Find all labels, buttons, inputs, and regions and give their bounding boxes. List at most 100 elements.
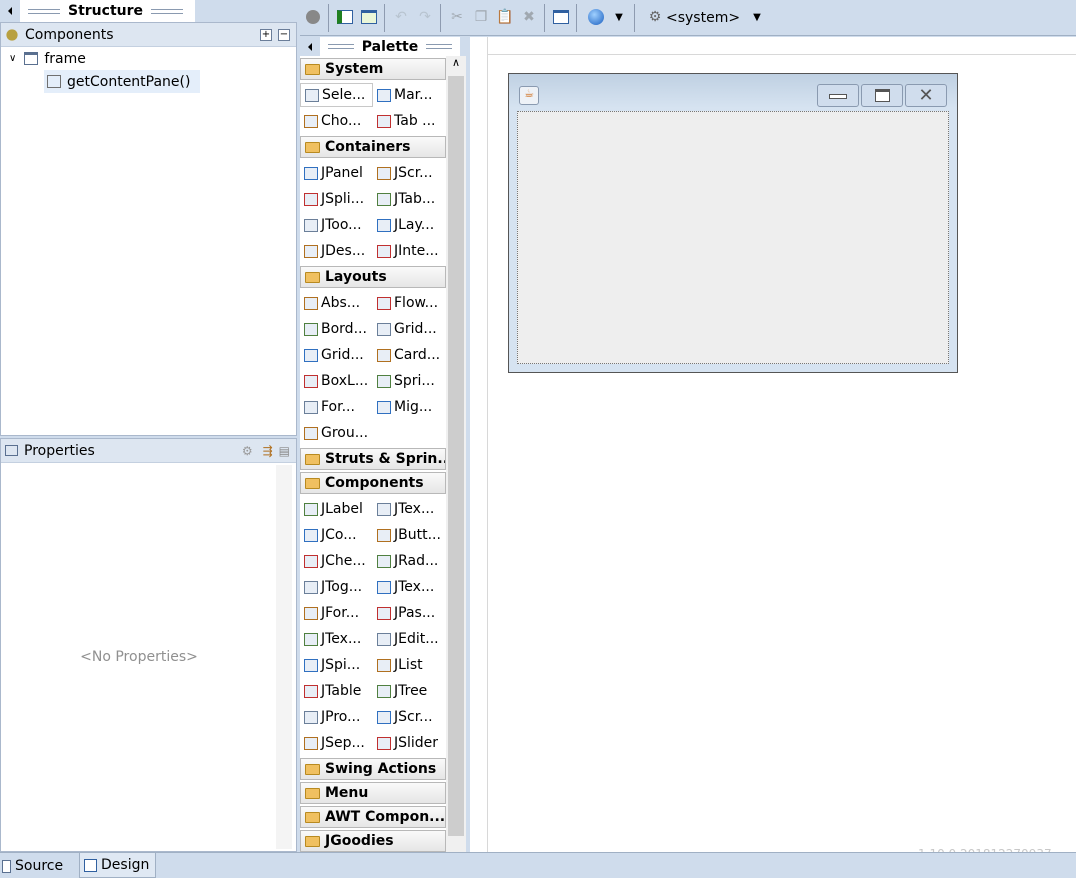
design-canvas[interactable]: ☕ ✕ 1.10.0.201812270937 [488,55,1076,861]
palette-item[interactable]: JRad... [373,549,446,573]
palette-item[interactable]: Grou... [300,421,373,445]
palette-item[interactable]: Mig... [373,395,446,419]
palette-item[interactable]: JPas... [373,601,446,625]
show-events-icon[interactable]: ⚙ [242,444,253,458]
palette-row: For... Mig... [300,394,446,420]
content-pane[interactable] [517,111,949,364]
palette-item[interactable]: JScr... [373,161,446,185]
folder-open-icon [305,271,320,283]
palette-item[interactable]: Sele... [300,83,373,107]
java-icon: ☕ [519,86,539,105]
tree-item-content-pane[interactable]: getContentPane() [44,70,200,93]
palette-row: Abs... Flow... [300,290,446,316]
minimize-arrow-icon[interactable] [308,42,312,51]
category-label: Layouts [325,269,387,285]
properties-icon [5,445,18,456]
palette-item[interactable]: JPanel [300,161,373,185]
minimize-arrow-icon[interactable] [8,7,12,15]
palette-item[interactable]: Grid... [373,317,446,341]
look-and-feel-select[interactable]: <system> [666,10,740,26]
palette-item[interactable]: JScr... [373,705,446,729]
palette-item[interactable]: Tab ... [373,109,446,133]
palette-category[interactable]: Containers [300,136,446,158]
palette-item[interactable]: JPro... [300,705,373,729]
palette-item[interactable]: Flow... [373,291,446,315]
palette-item-label: JSpi... [321,657,361,673]
palette-item[interactable]: Cho... [300,109,373,133]
palette-item[interactable]: Grid... [300,343,373,367]
goto-definition-icon[interactable]: ⇶ [263,444,273,458]
palette-item[interactable]: Mar... [373,83,446,107]
scroll-up-icon[interactable]: ∧ [446,56,466,76]
palette-item[interactable]: JToo... [300,213,373,237]
palette-category[interactable]: Swing Actions [300,758,446,780]
palette-item[interactable]: Spri... [373,369,446,393]
tree-item-frame[interactable]: ∨ frame [1,47,296,70]
palette-item[interactable]: JFor... [300,601,373,625]
maximize-button[interactable] [861,84,903,107]
palette-item[interactable]: For... [300,395,373,419]
tab-order-icon[interactable] [550,6,572,28]
copy-icon[interactable]: ❐ [470,6,492,28]
palette-item[interactable]: JCo... [300,523,373,547]
palette-item[interactable]: JTree [373,679,446,703]
chevron-down-icon[interactable]: ▼ [746,6,768,28]
palette-item[interactable]: JTog... [300,575,373,599]
palette-item-label: Card... [394,347,441,363]
palette-row: JToo... JLay... [300,212,446,238]
refresh-icon[interactable] [358,6,380,28]
palette-item[interactable]: JEdit... [373,627,446,651]
palette-item[interactable]: JButt... [373,523,446,547]
component-icon [304,710,318,724]
palette-item[interactable]: JLabel [300,497,373,521]
palette-category[interactable]: Menu [300,782,446,804]
globe-icon[interactable] [585,6,607,28]
component-icon [304,554,318,568]
minimize-button[interactable] [817,84,859,107]
palette-item[interactable]: Card... [373,343,446,367]
palette-category[interactable]: Components [300,472,446,494]
test-preview-icon[interactable] [302,6,324,28]
palette-item[interactable]: JTex... [300,627,373,651]
palette-item[interactable]: JSpli... [300,187,373,211]
palette-item[interactable]: JTab... [373,187,446,211]
scrollbar-thumb[interactable] [448,76,464,836]
palette-item[interactable]: BoxL... [300,369,373,393]
palette-category[interactable]: JGoodies [300,830,446,852]
palette-item[interactable]: Bord... [300,317,373,341]
tab-design[interactable]: Design [79,853,156,878]
palette-item[interactable]: JSpi... [300,653,373,677]
palette-category[interactable]: AWT Compon... [300,806,446,828]
expand-all-icon[interactable]: + [260,28,272,41]
palette-item[interactable]: Abs... [300,291,373,315]
palette-item[interactable]: JList [373,653,446,677]
close-button[interactable]: ✕ [905,84,947,107]
palette-item[interactable]: JTable [300,679,373,703]
jframe-preview[interactable]: ☕ ✕ [508,73,958,373]
palette-item[interactable]: JChe... [300,549,373,573]
palette-category[interactable]: Struts & Sprin... [300,448,446,470]
paste-icon[interactable]: 📋 [494,6,516,28]
palette-item[interactable]: JSlider [373,731,446,755]
go-to-code-icon[interactable] [334,6,356,28]
palette-item[interactable]: JInte... [373,239,446,263]
palette-item[interactable]: JLay... [373,213,446,237]
properties-scrollbar[interactable] [276,465,292,849]
chevron-down-icon[interactable]: ∨ [9,53,16,64]
palette-item[interactable]: JSep... [300,731,373,755]
collapse-all-icon[interactable]: − [278,28,290,41]
palette-item-label: Grid... [321,347,364,363]
palette-item[interactable]: JDes... [300,239,373,263]
cut-icon[interactable]: ✂ [446,6,468,28]
palette-scrollbar[interactable]: ∧ [446,56,466,852]
palette-category[interactable]: Layouts [300,266,446,288]
show-advanced-icon[interactable]: ▤ [279,444,290,458]
chevron-down-icon[interactable]: ▼ [608,6,630,28]
delete-icon[interactable]: ✖ [518,6,540,28]
tab-source[interactable]: Source [2,855,63,877]
palette-item[interactable]: JTex... [373,497,446,521]
undo-icon[interactable]: ↶ [390,6,412,28]
palette-category[interactable]: System [300,58,446,80]
palette-item[interactable]: JTex... [373,575,446,599]
redo-icon[interactable]: ↷ [414,6,436,28]
